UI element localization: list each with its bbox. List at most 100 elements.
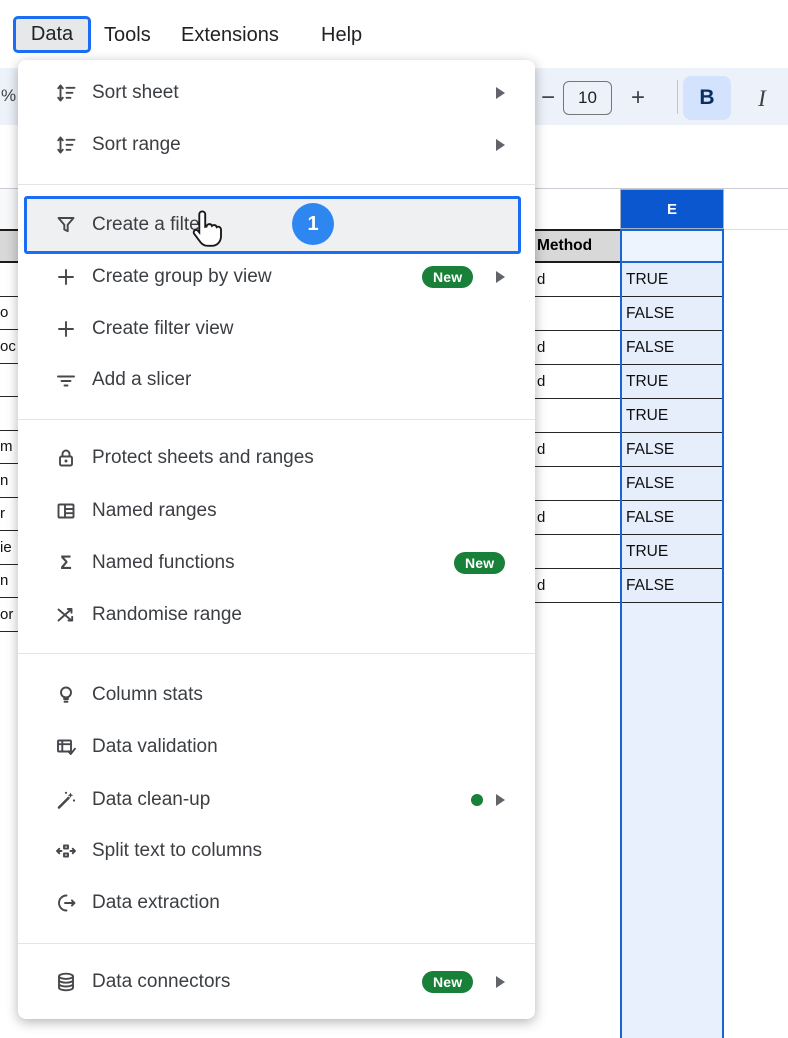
left-column-cell-fragment[interactable] (0, 364, 18, 398)
menu-item-data-extraction[interactable]: Data extraction (18, 877, 535, 929)
d-column-cell[interactable]: d (535, 501, 622, 535)
font-size-input[interactable]: 10 (563, 81, 612, 115)
menu-item-split-text-to-columns[interactable]: Split text to columns (18, 825, 535, 877)
lock-icon (54, 446, 78, 470)
menu-item-label: Named functions (92, 552, 235, 574)
menu-item-label: Data clean-up (92, 789, 210, 811)
menu-item-sort-range[interactable]: Sort range (18, 119, 535, 171)
left-column-cell-fragment[interactable]: n (0, 464, 18, 498)
menu-item-create-a-filter[interactable]: Create a filter (18, 199, 535, 251)
selected-range-extension[interactable] (622, 603, 722, 1038)
d-column-cell[interactable] (535, 535, 622, 569)
e-column-cell[interactable]: FALSE (622, 331, 722, 365)
new-badge: New (422, 971, 473, 993)
new-badge: New (422, 266, 473, 288)
d-column-cell[interactable]: d (535, 263, 622, 297)
column-header-E[interactable]: E (620, 189, 724, 229)
left-column-cell-fragment[interactable]: o (0, 297, 18, 331)
plus-icon (54, 265, 78, 289)
menu-item-label: Data extraction (92, 892, 220, 914)
left-column-cell-fragment[interactable]: or (0, 598, 18, 632)
sort-range-icon (54, 133, 78, 157)
data-extraction-icon (54, 891, 78, 915)
menu-item-column-stats[interactable]: Column stats (18, 669, 535, 721)
menu-item-label: Randomise range (92, 604, 242, 626)
menu-item-data-validation[interactable]: Data validation (18, 721, 535, 773)
left-column-cell-fragment[interactable]: r (0, 498, 18, 532)
menu-item-create-group-by-view[interactable]: Create group by view New (18, 251, 535, 303)
menu-item-label: Data connectors (92, 971, 230, 993)
method-header-cell[interactable]: Method (535, 229, 622, 263)
font-size-decrease-button[interactable]: − (541, 84, 555, 112)
lightbulb-icon (54, 683, 78, 707)
data-validation-icon (54, 735, 78, 759)
submenu-arrow-icon (496, 794, 505, 806)
e-column-cell[interactable]: FALSE (622, 569, 722, 603)
sheets-app-screen: % − 10 + B I E Method dddddd TRUEFALSEFA… (0, 0, 788, 1038)
split-text-icon (54, 839, 78, 863)
submenu-arrow-icon (496, 271, 505, 283)
menu-item-label: Create group by view (92, 266, 272, 288)
toolbar-divider (677, 80, 678, 114)
left-column-cell-fragment[interactable]: ie (0, 531, 18, 565)
menu-item-label: Column stats (92, 684, 203, 706)
menu-item-named-functions[interactable]: Σ Named functions New (18, 537, 535, 589)
menu-item-data-connectors[interactable]: Data connectors New (18, 956, 535, 1008)
menu-item-randomise-range[interactable]: Randomise range (18, 589, 535, 641)
menu-item-label: Protect sheets and ranges (92, 447, 314, 469)
left-column-cell-fragment[interactable] (0, 263, 18, 297)
e-column-cell[interactable]: FALSE (622, 433, 722, 467)
database-icon (54, 970, 78, 994)
menu-item-named-ranges[interactable]: Named ranges (18, 485, 535, 537)
e-column-cell[interactable]: FALSE (622, 501, 722, 535)
menu-item-label: Sort range (92, 134, 181, 156)
d-column-cell[interactable]: d (535, 569, 622, 603)
menubar-item-data[interactable]: Data (13, 16, 91, 53)
active-cell-e1[interactable] (622, 229, 722, 263)
slicer-icon (54, 368, 78, 392)
menu-item-label: Data validation (92, 736, 218, 758)
font-size-increase-button[interactable]: + (631, 84, 645, 112)
submenu-arrow-icon (496, 976, 505, 988)
menu-item-protect-sheets-and-ranges[interactable]: Protect sheets and ranges (18, 432, 535, 484)
menu-item-sort-sheet[interactable]: Sort sheet (18, 67, 535, 119)
left-column-cell-fragment[interactable]: oc (0, 330, 18, 364)
menu-item-add-a-slicer[interactable]: Add a slicer (18, 354, 535, 406)
filter-funnel-icon (54, 213, 78, 237)
d-column-cell[interactable] (535, 297, 622, 331)
d-column-cell[interactable]: d (535, 365, 622, 399)
left-column-cell-fragment[interactable] (0, 397, 18, 431)
menu-item-label: Sort sheet (92, 82, 179, 104)
e-column-cell[interactable]: FALSE (622, 297, 722, 331)
left-column-cell-fragment[interactable]: n (0, 565, 18, 599)
e-column-cell[interactable]: TRUE (622, 535, 722, 569)
menu-item-label: Create filter view (92, 318, 234, 340)
d-column-cell[interactable]: d (535, 433, 622, 467)
menu-item-data-clean-up[interactable]: Data clean-up (18, 774, 535, 826)
menubar-item-help[interactable]: Help (321, 24, 362, 47)
italic-button[interactable]: I (744, 80, 780, 118)
e-column-cell[interactable]: TRUE (622, 399, 722, 433)
bold-button[interactable]: B (683, 76, 731, 120)
menu-item-create-filter-view[interactable]: Create filter view (18, 303, 535, 355)
sigma-icon: Σ (54, 551, 78, 575)
notification-dot (471, 794, 483, 806)
d-column-cell[interactable]: d (535, 331, 622, 365)
plus-icon (54, 317, 78, 341)
e-column-cell[interactable]: TRUE (622, 365, 722, 399)
d-column-cell[interactable] (535, 399, 622, 433)
tutorial-step-badge: 1 (292, 203, 334, 245)
hand-cursor-icon (188, 208, 226, 254)
data-menu-dropdown: Sort sheet Sort range Create a filter Cr… (18, 60, 535, 1019)
zoom-control-fragment[interactable]: % (1, 86, 16, 106)
named-ranges-table-icon (54, 499, 78, 523)
e-column-cell[interactable]: FALSE (622, 467, 722, 501)
menubar-item-tools[interactable]: Tools (104, 24, 151, 47)
left-column-header-fragment (0, 188, 18, 229)
d-column-cell[interactable] (535, 467, 622, 501)
menu-divider (18, 653, 535, 654)
menubar-item-extensions[interactable]: Extensions (181, 24, 279, 47)
e-column-cell[interactable]: TRUE (622, 263, 722, 297)
menu-item-label: Add a slicer (92, 369, 191, 391)
left-column-cell-fragment[interactable]: m (0, 431, 18, 465)
